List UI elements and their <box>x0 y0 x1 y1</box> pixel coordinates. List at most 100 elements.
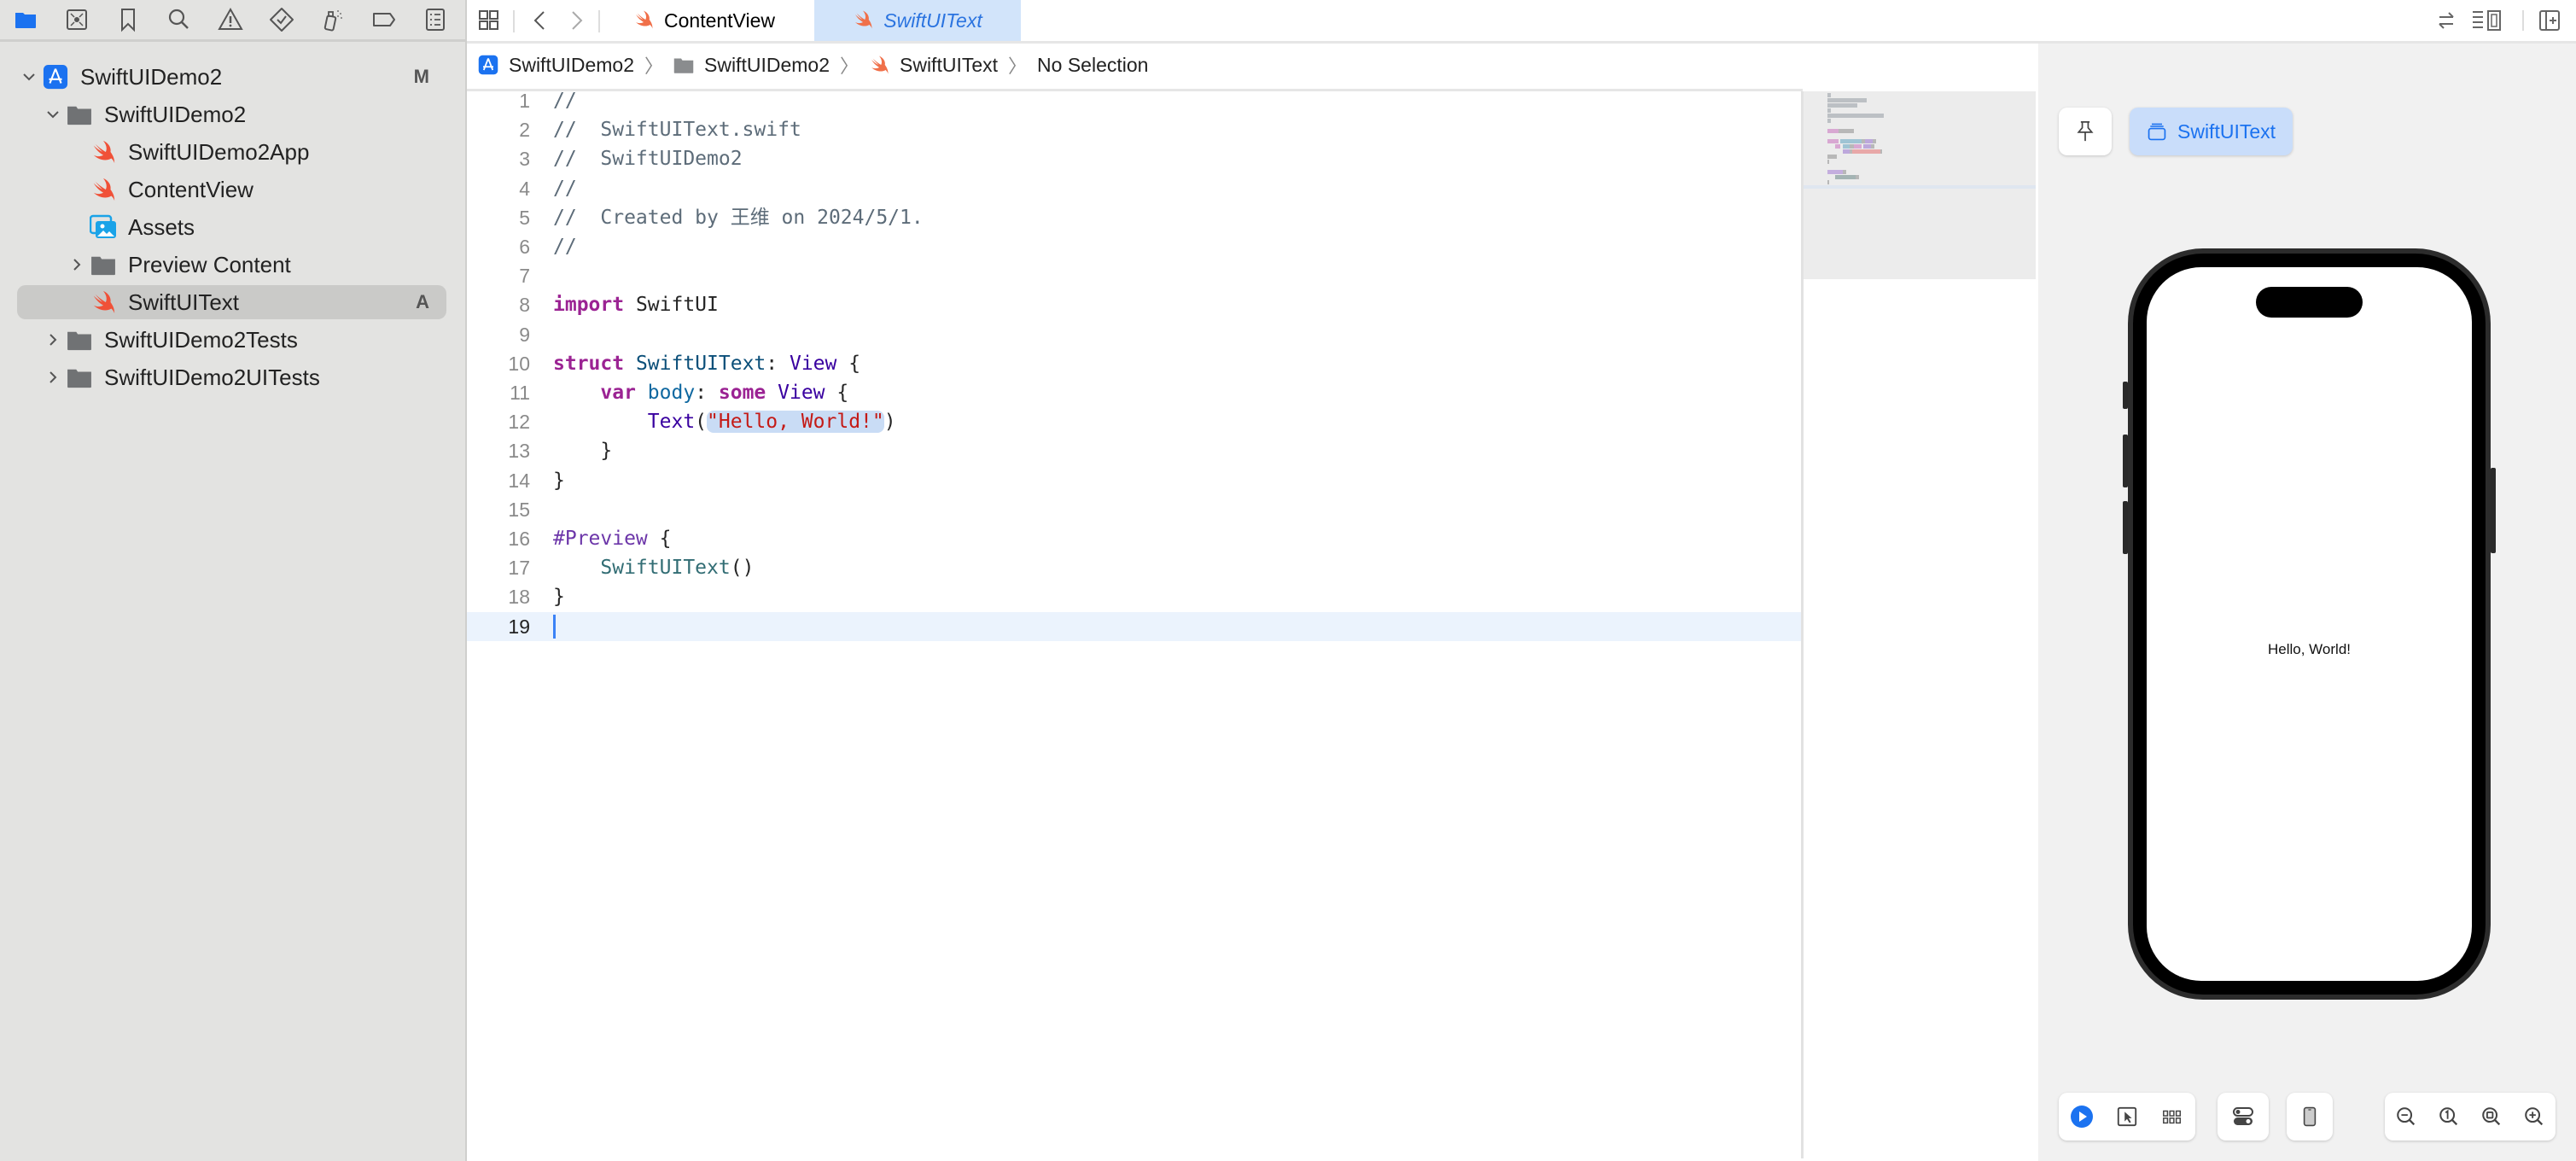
device-button[interactable] <box>2287 1093 2333 1141</box>
code-line[interactable]: 17 SwiftUIText() <box>467 553 1801 582</box>
code-line[interactable]: 4 // <box>467 174 1801 203</box>
tree-item-folder[interactable]: SwiftUIDemo2UITests <box>17 360 446 394</box>
code-line[interactable]: 7 <box>467 261 1801 290</box>
zoom-out-icon[interactable] <box>2387 1098 2425 1135</box>
code-editor[interactable]: 1 // 2 // SwiftUIText.swift 3 // SwiftUIDemo2… <box>467 90 1801 1158</box>
swift-file-icon <box>633 9 656 32</box>
breadcrumb-label: SwiftUIText <box>900 53 999 76</box>
chevron-right-icon[interactable] <box>41 328 65 352</box>
project-navigator-sidebar: SwiftUIDemo2 M SwiftUIDemo2 SwiftUIDemo2… <box>0 0 467 1161</box>
selectable-icon[interactable] <box>2108 1098 2146 1135</box>
line-number: 9 <box>519 323 530 346</box>
code-line[interactable]: 19 <box>467 611 1801 641</box>
related-items-icon[interactable] <box>475 7 503 34</box>
power-button <box>2491 468 2496 553</box>
code-token: : <box>766 352 790 375</box>
divider <box>598 10 600 32</box>
forward-chevron-icon[interactable] <box>562 7 590 34</box>
live-preview-icon[interactable] <box>2063 1098 2101 1135</box>
code-token: } <box>553 586 565 609</box>
code-line[interactable]: 13 } <box>467 436 1801 465</box>
code-text: // SwiftUIText.swift <box>553 115 801 144</box>
tab-swiftuitext[interactable]: SwiftUIText <box>814 0 1021 41</box>
chevron-right-icon[interactable] <box>65 253 89 277</box>
device-screen[interactable]: Hello, World! <box>2147 267 2472 981</box>
code-token: SwiftUIText <box>635 352 766 375</box>
tree-item-folder[interactable]: Preview Content <box>17 248 446 282</box>
minimap-token <box>1870 144 1874 149</box>
add-editor-pane-icon[interactable] <box>2536 7 2563 34</box>
code-token: View <box>789 352 837 375</box>
find-icon[interactable] <box>154 0 205 39</box>
breadcrumb-item-project[interactable]: SwiftUIDemo2 <box>478 54 634 77</box>
device-settings-button[interactable] <box>2218 1093 2269 1141</box>
code-line[interactable]: 14} <box>467 466 1801 495</box>
breakpoint-icon[interactable] <box>358 0 410 39</box>
code-line[interactable]: 2 // SwiftUIText.swift <box>467 115 1801 144</box>
tree-item-folder[interactable]: SwiftUIDemo2 <box>17 97 446 131</box>
code-line[interactable]: 12 Text("Hello, World!") <box>467 407 1801 436</box>
code-text: // <box>553 232 577 261</box>
code-token: var <box>600 382 636 404</box>
minimap-token <box>1827 155 1837 159</box>
code-line[interactable]: 16 #Preview { <box>467 524 1801 553</box>
pin-preview-button[interactable] <box>2059 108 2112 155</box>
minimap-token <box>1827 160 1830 164</box>
chevron-right-icon[interactable] <box>41 365 65 389</box>
source-control-icon[interactable] <box>51 0 102 39</box>
tree-item-file-selected[interactable]: SwiftUIText A <box>17 285 446 319</box>
test-navigator-icon[interactable] <box>256 0 307 39</box>
code-text: var body: some View { <box>553 378 848 407</box>
code-line[interactable]: 15 <box>467 495 1801 524</box>
code-token: #Preview <box>553 528 648 550</box>
tree-item-file[interactable]: ContentView <box>17 172 446 207</box>
zoom-in-icon[interactable] <box>2515 1098 2553 1135</box>
code-line[interactable]: 11 var body: some View { <box>467 378 1801 407</box>
chevron-down-icon[interactable] <box>17 65 41 89</box>
tree-item-file[interactable]: SwiftUIDemo2App <box>17 135 446 169</box>
code-text: // <box>553 86 577 115</box>
tab-contentview[interactable]: ContentView <box>633 0 804 41</box>
zoom-to-fit-icon[interactable] <box>2473 1098 2510 1135</box>
tree-item-label: Assets <box>128 213 195 240</box>
minimap-token <box>1827 170 1843 174</box>
minimap-token <box>1827 114 1884 118</box>
preview-hello-text[interactable]: Hello, World! <box>2147 641 2472 658</box>
code-line[interactable]: 5 // Created by 王维 on 2024/5/1. <box>467 203 1801 232</box>
tree-item-folder[interactable]: SwiftUIDemo2Tests <box>17 323 446 357</box>
tab-label: ContentView <box>664 9 775 32</box>
editor-options-icon[interactable] <box>2468 7 2508 34</box>
zoom-actual-size-icon[interactable] <box>2430 1098 2468 1135</box>
code-line[interactable]: 3 // SwiftUIDemo2 <box>467 144 1801 173</box>
minimap-viewport[interactable] <box>1804 91 2036 279</box>
code-line[interactable]: 9 <box>467 320 1801 349</box>
text-caret <box>553 615 556 639</box>
breadcrumb-item-file[interactable]: SwiftUIText <box>869 54 998 77</box>
breadcrumb-item-symbol[interactable]: No Selection <box>1037 54 1148 77</box>
chevron-down-icon[interactable] <box>41 102 65 126</box>
minimap[interactable] <box>1801 91 2043 1158</box>
variants-grid-icon[interactable] <box>2153 1098 2191 1135</box>
code-line[interactable]: 6 // <box>467 232 1801 261</box>
back-chevron-icon[interactable] <box>527 7 554 34</box>
folder-icon <box>65 364 94 391</box>
code-line[interactable]: 10 struct SwiftUIText: View { <box>467 349 1801 378</box>
code-line[interactable]: 1 // <box>467 86 1801 115</box>
minimap-token <box>1840 139 1862 143</box>
bookmark-icon[interactable] <box>102 0 154 39</box>
code-token: SwiftUIText <box>600 557 731 580</box>
code-line[interactable]: 8 import SwiftUI <box>467 290 1801 319</box>
tree-item-project[interactable]: SwiftUIDemo2 M <box>17 60 446 94</box>
breadcrumb-item-folder[interactable]: SwiftUIDemo2 <box>673 54 830 77</box>
issue-warning-icon[interactable] <box>205 0 256 39</box>
tree-item-assets[interactable]: Assets <box>17 210 446 244</box>
code-line[interactable]: 18} <box>467 582 1801 611</box>
preview-variant-chip[interactable]: SwiftUIText <box>2130 108 2293 155</box>
code-text: // <box>553 174 577 203</box>
debug-navigator-icon[interactable] <box>307 0 358 39</box>
project-navigator-icon[interactable] <box>0 0 51 39</box>
report-navigator-icon[interactable] <box>410 0 461 39</box>
swap-arrows-icon[interactable] <box>2433 7 2460 34</box>
